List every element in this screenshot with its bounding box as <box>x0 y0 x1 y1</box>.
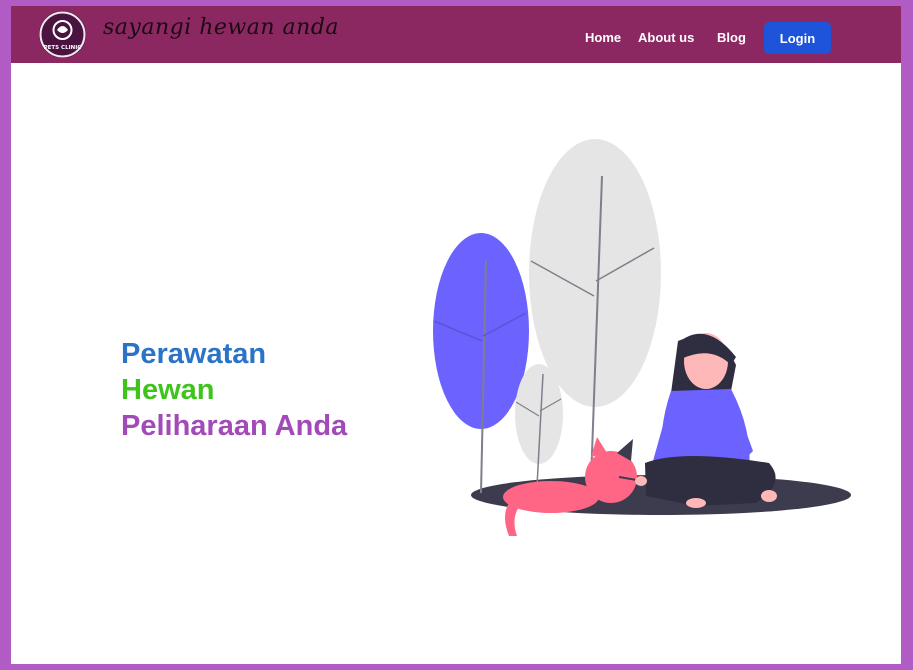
logo[interactable]: PETS CLINIC <box>39 11 86 58</box>
svg-text:PETS CLINIC: PETS CLINIC <box>44 45 82 51</box>
login-button[interactable]: Login <box>764 22 831 54</box>
page: PETS CLINIC sayangi hewan anda Home Abou… <box>11 6 901 664</box>
woman-figure <box>635 333 777 508</box>
nav-blog-link[interactable]: Blog <box>717 30 746 45</box>
hero-line-2: Hewan <box>121 374 215 406</box>
hero-line-1: Perawatan <box>121 338 267 370</box>
tagline: sayangi hewan anda <box>103 15 340 40</box>
hero-headline: Perawatan Hewan Peliharaan Anda <box>121 336 347 444</box>
logo-icon: PETS CLINIC <box>39 11 86 58</box>
nav-home-link[interactable]: Home <box>585 30 621 45</box>
navbar: PETS CLINIC sayangi hewan anda Home Abou… <box>11 6 901 63</box>
hero-illustration <box>433 139 851 536</box>
nav-about-link[interactable]: About us <box>638 30 694 45</box>
hero-line-3: Peliharaan Anda <box>121 410 348 442</box>
purple-tree <box>433 233 529 429</box>
